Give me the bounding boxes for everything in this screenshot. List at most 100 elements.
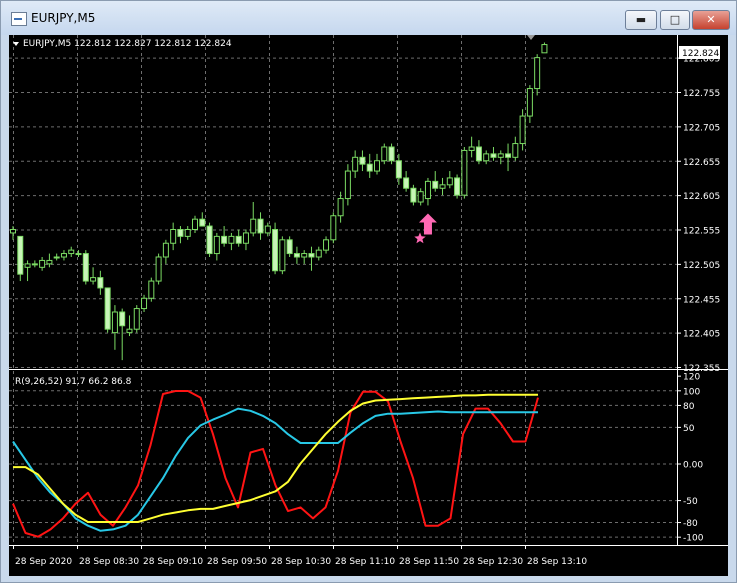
indicator-tick-label: -100: [683, 534, 704, 544]
candle-body-bull: [417, 191, 424, 203]
candle-body-bull: [10, 229, 16, 234]
price-tick-label: 122.655: [683, 158, 720, 168]
candle-body-bull: [301, 253, 308, 258]
candle-body-bull: [330, 215, 337, 241]
candle-body-bull: [497, 153, 504, 158]
candle-body-bear: [293, 253, 300, 258]
time-tick-label: 28 Sep 12:30: [463, 557, 523, 567]
candle-body-bull: [192, 218, 198, 230]
candle-body-bull: [344, 170, 351, 200]
time-tick-label: 28 Sep 13:10: [527, 557, 587, 567]
candle-body-bear: [199, 218, 206, 227]
indicator-tick-label: -50: [683, 497, 698, 507]
window-title: EURJPY,M5: [31, 11, 96, 25]
title-bar[interactable]: EURJPY,M5 ▬ □ ✕: [1, 1, 736, 35]
buy-signal-up-arrow-icon: [414, 213, 437, 244]
candle-body-bull: [439, 184, 446, 189]
indicator-tick-label: 80: [683, 402, 695, 412]
indicator-panel-header: R(9,26,52) 91.7 66.2 86.8: [15, 377, 132, 387]
candle-body-bear: [388, 146, 395, 162]
candle-body-bull: [483, 153, 490, 162]
candle-body-bear: [505, 153, 512, 158]
candle-body-bull: [39, 259, 46, 268]
candle-body-bear: [257, 218, 264, 234]
candle-body-bull: [512, 143, 519, 158]
candle-body-bull: [323, 239, 330, 251]
candle-body-bull: [264, 225, 271, 234]
candle-body-bull: [126, 328, 133, 334]
candle-body-bull: [352, 156, 359, 172]
close-icon: ✕: [706, 13, 716, 26]
candle-body-bull: [461, 149, 468, 196]
price-tick-label: 122.555: [683, 227, 720, 237]
candle-body-bull: [162, 242, 169, 258]
candle-body-bear: [475, 146, 482, 162]
candle-body-bear: [286, 239, 293, 255]
candle-body-bear: [272, 229, 279, 272]
candle-body-bear: [235, 235, 242, 244]
candle-body-bear: [82, 253, 89, 282]
candle-body-bear: [206, 225, 213, 255]
time-tick-label: 28 Sep 09:50: [207, 557, 267, 567]
candle-body-bear: [359, 156, 366, 165]
price-tick-label: 122.605: [683, 192, 720, 202]
minimize-button[interactable]: ▬: [625, 10, 657, 30]
candle-body-bull: [534, 57, 541, 90]
candle-body-bull: [68, 249, 75, 255]
chart-shift-marker-icon[interactable]: [527, 35, 535, 40]
candle-body-bear: [490, 153, 497, 158]
price-tick-label: 122.705: [683, 123, 720, 133]
time-tick-label: 28 Sep 2020: [15, 557, 72, 567]
time-tick-label: 28 Sep 11:10: [335, 557, 395, 567]
candle-body-bear: [221, 235, 228, 244]
candle-body-bull: [279, 239, 286, 272]
price-tick-label: 122.405: [683, 330, 720, 340]
current-price-label: 122.824: [682, 49, 719, 59]
close-button[interactable]: ✕: [692, 10, 730, 30]
candle-body-bull: [468, 146, 475, 151]
candle-body-bull: [213, 235, 220, 255]
candle-body-bull: [381, 146, 388, 162]
candle-body-bear: [403, 177, 410, 189]
candle-body-bull: [424, 180, 431, 200]
candle-body-bear: [432, 180, 439, 189]
chart-canvas[interactable]: 28 Sep 2020 28 Sep 08:30 28 Sep 09:10 28 Se…: [9, 35, 728, 576]
indicator-tick-label: 100: [683, 387, 700, 397]
maximize-icon: □: [669, 13, 681, 26]
price-tick-label: 122.455: [683, 295, 720, 305]
candle-body-bull: [53, 256, 60, 259]
candle-body-bear: [410, 187, 417, 203]
time-tick-label: 28 Sep 08:30: [79, 557, 139, 567]
time-tick-label: 28 Sep 10:30: [271, 557, 331, 567]
candle-body-bear: [308, 253, 315, 258]
indicator-tick-label: 0.00: [683, 460, 703, 470]
candle-body-bull: [141, 297, 148, 310]
candle-body-bear: [17, 235, 24, 275]
indicator-tick-label: 120: [683, 373, 700, 383]
candle-body-bear: [104, 287, 111, 330]
chart-window-icon[interactable]: [11, 12, 27, 26]
axis-labels: 28 Sep 2020 28 Sep 08:30 28 Sep 09:10 28 Se…: [15, 55, 720, 567]
candle-body-bull: [133, 308, 140, 330]
minimize-icon: ▬: [635, 13, 647, 26]
up-arrow-shape: [418, 213, 437, 235]
chart-svg[interactable]: 28 Sep 2020 28 Sep 08:30 28 Sep 09:10 28 Se…: [9, 35, 728, 576]
candle-body-bear: [177, 229, 184, 237]
candle-body-bull: [31, 263, 38, 266]
candle-body-bull: [155, 256, 162, 282]
time-tick-label: 28 Sep 11:50: [399, 557, 459, 567]
candle-body-bull: [526, 88, 533, 117]
candle-body-bear: [366, 163, 373, 172]
mt4-chart-window: EURJPY,M5 ▬ □ ✕ 28 Sep 2020 28 Sep 08:30 2…: [0, 0, 737, 583]
candle-body-bull: [170, 229, 177, 244]
indicator-tick-label: -80: [683, 519, 698, 529]
maximize-button[interactable]: □: [660, 10, 690, 30]
candle-body-bull: [111, 311, 118, 334]
candle-body-bear: [119, 311, 126, 327]
price-tick-label: 122.755: [683, 89, 720, 99]
candle-body-bull: [184, 229, 191, 237]
candle-body-bull: [374, 160, 380, 172]
price-panel-header: EURJPY,M5 122.812 122.827 122.812 122.82…: [23, 39, 232, 49]
candle-body-bull: [90, 277, 97, 282]
candle-body-bull: [250, 218, 257, 234]
